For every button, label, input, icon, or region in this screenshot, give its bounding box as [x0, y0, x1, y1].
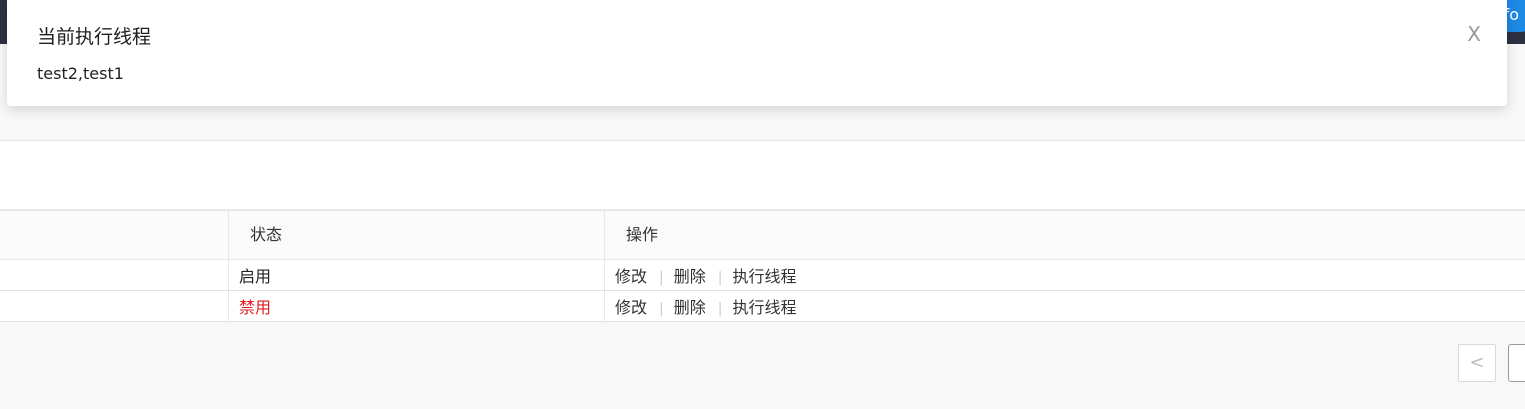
- action-divider: |: [659, 301, 664, 317]
- table-row: 启用 修改 | 删除 | 执行线程: [0, 260, 1525, 291]
- action-divider: |: [717, 301, 723, 317]
- table-header: 状态 操作: [0, 211, 1525, 260]
- delete-link[interactable]: 删除: [674, 298, 706, 317]
- page-button[interactable]: [1508, 344, 1525, 382]
- close-icon[interactable]: X: [1467, 22, 1481, 46]
- notification-title: 当前执行线程: [37, 26, 152, 48]
- row-actions: 修改 | 删除 | 执行线程: [605, 260, 1525, 290]
- column-header-status: 状态: [229, 211, 605, 259]
- data-table: 状态 操作 启用 修改 | 删除 | 执行线程 禁用 修改 | 删除 | 执行线程: [0, 211, 1525, 322]
- status-label: 启用: [229, 260, 605, 290]
- table-row: 禁用 修改 | 删除 | 执行线程: [0, 291, 1525, 322]
- row-actions: 修改 | 删除 | 执行线程: [605, 291, 1525, 321]
- action-divider: |: [717, 270, 723, 286]
- column-header-actions: 操作: [626, 225, 659, 244]
- edit-link[interactable]: 修改: [615, 298, 647, 317]
- status-label: 禁用: [229, 291, 605, 321]
- delete-link[interactable]: 删除: [674, 267, 706, 286]
- notification-message: test2,test1: [37, 64, 124, 83]
- run-threads-link[interactable]: 执行线程: [732, 298, 796, 317]
- table-cell: [0, 260, 229, 290]
- run-threads-link[interactable]: 执行线程: [732, 267, 796, 286]
- prev-page-button[interactable]: <: [1458, 344, 1496, 382]
- column-header: [0, 211, 229, 259]
- edit-link[interactable]: 修改: [615, 267, 647, 286]
- table-cell: [0, 291, 229, 321]
- toolbar-area: [0, 141, 1525, 211]
- notification-dialog: 当前执行线程 test2,test1 X: [7, 0, 1507, 106]
- action-divider: |: [659, 270, 664, 286]
